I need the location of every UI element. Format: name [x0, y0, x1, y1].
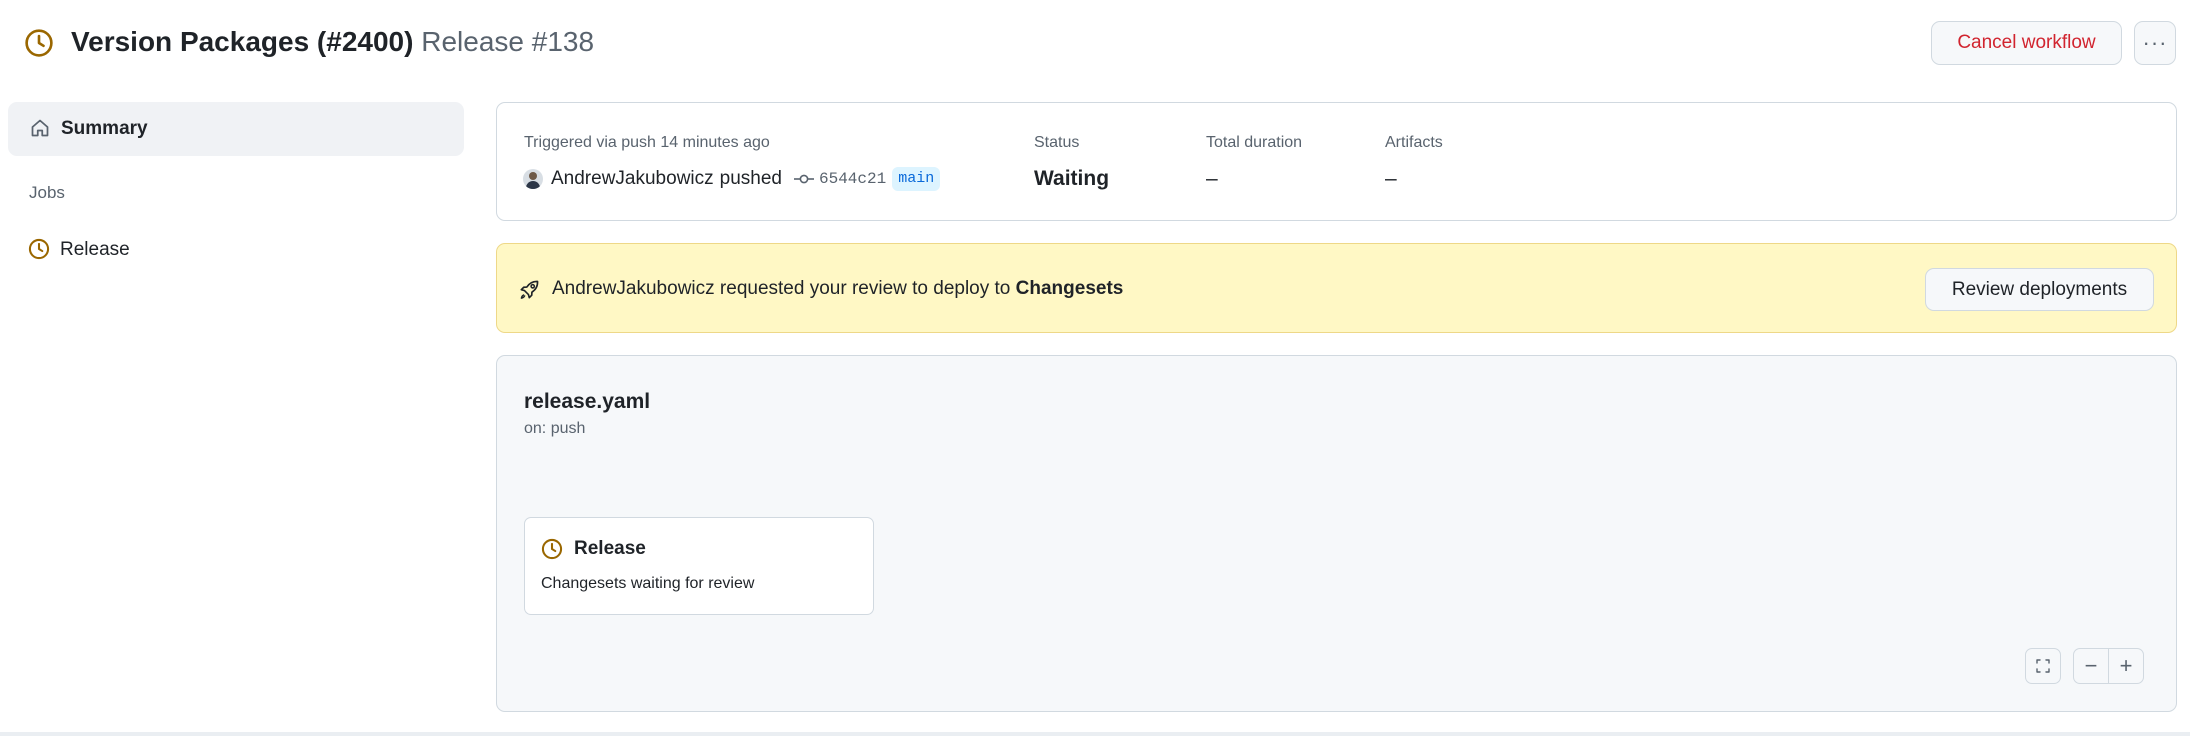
artifacts-value: –	[1385, 167, 1397, 190]
sidebar-item-label: Release	[60, 239, 130, 260]
job-card-release[interactable]: Release Changesets waiting for review	[524, 517, 874, 615]
status-field: Status Waiting	[1034, 133, 1109, 192]
branch-label[interactable]: main	[892, 167, 941, 191]
clock-icon	[24, 28, 54, 58]
workflow-file-name[interactable]: release.yaml	[524, 389, 650, 415]
workflow-trigger: on: push	[524, 420, 586, 437]
fullscreen-icon	[2035, 658, 2051, 674]
status-label: Status	[1034, 134, 1080, 151]
run-summary-card: Triggered via push 14 minutes ago Andrew…	[496, 102, 2177, 221]
status-value: Waiting	[1034, 167, 1110, 190]
duration-value: –	[1206, 167, 1218, 190]
commit-icon	[793, 172, 814, 186]
commit-sha-link[interactable]: 6544c21	[819, 170, 886, 188]
review-message: AndrewJakubowicz requested your review t…	[552, 277, 1123, 301]
cancel-workflow-button[interactable]: Cancel workflow	[1931, 21, 2122, 65]
clock-icon	[28, 238, 50, 260]
run-title: Version Packages (#2400)	[71, 26, 414, 57]
review-request-banner: AndrewJakubowicz requested your review t…	[496, 243, 2177, 333]
clock-icon	[541, 538, 563, 560]
job-status-text: Changesets waiting for review	[541, 575, 755, 592]
zoom-out-button[interactable]: −	[2073, 648, 2109, 684]
push-info: AndrewJakubowicz pushed 6544c21 main	[523, 166, 941, 192]
divider	[0, 732, 2190, 736]
artifacts-field: Artifacts –	[1385, 133, 1443, 192]
rocket-icon	[518, 279, 540, 301]
fullscreen-button[interactable]	[2025, 648, 2061, 684]
job-name: Release	[574, 538, 646, 559]
zoom-in-button[interactable]: +	[2108, 648, 2144, 684]
avatar[interactable]	[523, 169, 543, 189]
review-message-text: requested your review to deploy to	[719, 278, 1011, 299]
duration-field: Total duration –	[1206, 133, 1302, 192]
workflow-graph: release.yaml on: push Release Changesets…	[496, 355, 2177, 712]
review-actor[interactable]: AndrewJakubowicz	[552, 278, 715, 299]
page-title: Version Packages (#2400) Release #138	[71, 24, 594, 60]
review-deployments-button[interactable]: Review deployments	[1925, 268, 2154, 311]
actor-link[interactable]: AndrewJakubowicz	[551, 167, 714, 191]
more-options-button[interactable]: ···	[2134, 21, 2176, 65]
sidebar-item-summary[interactable]: Summary	[8, 102, 464, 156]
action-text: pushed	[719, 168, 782, 189]
environment-name: Changesets	[1015, 278, 1124, 299]
trigger-text: Triggered via push 14 minutes ago	[524, 134, 770, 151]
artifacts-label: Artifacts	[1385, 134, 1443, 151]
workflow-run-header: Version Packages (#2400) Release #138 Ca…	[0, 0, 2190, 86]
sidebar-item-release[interactable]: Release	[8, 230, 464, 270]
duration-label: Total duration	[1206, 134, 1303, 151]
jobs-heading: Jobs	[29, 183, 65, 202]
sidebar-item-label: Summary	[61, 118, 148, 139]
home-icon	[30, 118, 50, 138]
run-number: Release #138	[421, 26, 595, 57]
